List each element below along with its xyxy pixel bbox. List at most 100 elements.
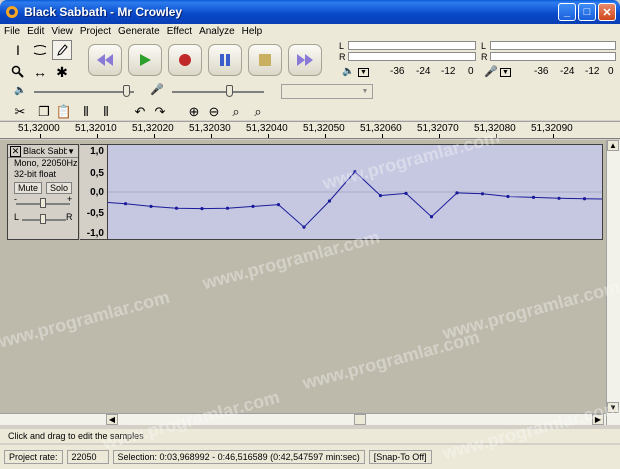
input-volume-slider[interactable] xyxy=(172,91,264,93)
sample-point[interactable] xyxy=(302,225,306,229)
ruler-tick-label: 51,32000 xyxy=(18,123,60,134)
scale-label: 1,0 xyxy=(90,146,104,157)
record-button[interactable] xyxy=(168,44,202,76)
multi-tool-icon[interactable]: ✱ xyxy=(52,62,72,82)
pause-button[interactable] xyxy=(208,44,242,76)
undo-icon[interactable]: ↶ xyxy=(132,104,148,120)
sample-point[interactable] xyxy=(276,203,281,207)
vertical-scrollbar[interactable]: ▲ ▼ xyxy=(606,140,620,425)
sample-point[interactable] xyxy=(353,170,357,174)
menu-edit[interactable]: Edit xyxy=(27,26,44,37)
selection-tool-icon[interactable]: I xyxy=(8,40,28,60)
project-rate-value[interactable]: 22050 xyxy=(66,450,109,464)
silence-icon[interactable]: ⦀ xyxy=(98,104,114,120)
draw-tool-icon[interactable] xyxy=(52,40,72,60)
redo-icon[interactable]: ↷ xyxy=(152,104,168,120)
ruler-tick-label: 51,32050 xyxy=(303,123,345,134)
meter-left-label: L xyxy=(339,41,345,51)
menu-view[interactable]: View xyxy=(51,26,73,37)
sample-point[interactable] xyxy=(557,196,561,200)
fit-selection-icon[interactable]: ⌕ xyxy=(228,104,244,120)
play-meter-dropdown-icon[interactable]: ▼ xyxy=(358,68,369,77)
input-volume-thumb[interactable] xyxy=(226,85,233,97)
status-bar: Project rate: 22050 Selection: 0:03,9689… xyxy=(0,445,620,469)
skip-to-end-button[interactable] xyxy=(288,44,322,76)
close-button[interactable]: ✕ xyxy=(598,3,616,21)
sample-point[interactable] xyxy=(225,206,230,210)
fit-project-icon[interactable]: ⌕ xyxy=(250,104,266,120)
speaker-icon[interactable]: 🔈 xyxy=(342,66,354,77)
scroll-down-arrow-icon[interactable]: ▼ xyxy=(607,402,619,413)
sample-point[interactable] xyxy=(149,204,153,208)
horizontal-scrollbar[interactable]: ◀ ▶ xyxy=(0,413,606,425)
ruler-tick-label: 51,32020 xyxy=(132,123,174,134)
output-volume-slider[interactable] xyxy=(34,91,134,93)
stop-button[interactable] xyxy=(248,44,282,76)
menu-analyze[interactable]: Analyze xyxy=(199,26,235,37)
sample-point[interactable] xyxy=(123,202,128,206)
scale-label: 0,0 xyxy=(90,187,104,198)
track-name[interactable]: Black Sabb xyxy=(23,146,67,156)
minimize-button[interactable]: _ xyxy=(558,3,576,21)
scroll-up-arrow-icon[interactable]: ▲ xyxy=(607,140,619,151)
record-meter-right-bar xyxy=(490,52,616,61)
sample-point[interactable] xyxy=(480,192,485,196)
sample-point[interactable] xyxy=(251,204,255,208)
ruler-tick-label: 51,32080 xyxy=(474,123,516,134)
chevron-down-icon: ▼ xyxy=(361,88,369,95)
skip-to-start-button[interactable] xyxy=(88,44,122,76)
scale-label: 0,5 xyxy=(90,168,104,179)
sample-point[interactable] xyxy=(200,207,204,211)
sample-point[interactable] xyxy=(429,215,434,219)
zoom-in-icon[interactable]: ⊕ xyxy=(186,104,202,120)
paste-icon[interactable]: 📋 xyxy=(56,104,72,120)
sample-point[interactable] xyxy=(506,194,510,199)
solo-button[interactable]: Solo xyxy=(46,182,73,194)
ruler-tick-label: 51,32010 xyxy=(75,123,117,134)
menu-help[interactable]: Help xyxy=(242,26,263,37)
menu-effect[interactable]: Effect xyxy=(167,26,192,37)
menu-generate[interactable]: Generate xyxy=(118,26,160,37)
record-meter-dropdown-icon[interactable]: ▼ xyxy=(500,68,511,77)
pan-slider-thumb[interactable] xyxy=(40,214,46,224)
sample-point[interactable] xyxy=(378,194,383,198)
trim-icon[interactable]: ⦀ xyxy=(78,104,94,120)
menu-project[interactable]: Project xyxy=(80,26,111,37)
timeline-ruler[interactable]: 51,32000 51,32010 51,32020 51,32030 51,32040… xyxy=(0,121,620,139)
meter-right-label: R xyxy=(339,52,346,62)
input-source-select[interactable]: ▼ xyxy=(281,84,373,99)
play-button[interactable] xyxy=(128,44,162,76)
ruler-tick-mark xyxy=(154,134,155,138)
mixer-toolbar: 🔈 🎤 ▼ xyxy=(0,83,620,101)
sample-point[interactable] xyxy=(404,191,408,195)
maximize-button[interactable]: □ xyxy=(578,3,596,21)
sample-point[interactable] xyxy=(455,191,459,195)
zoom-out-icon[interactable]: ⊖ xyxy=(206,104,222,120)
ruler-tick-label: 51,32040 xyxy=(246,123,288,134)
waveform-line[interactable] xyxy=(108,171,602,228)
track-menu-chevron-down-icon[interactable]: ▼ xyxy=(67,147,75,156)
play-meter-tick: -24 xyxy=(416,66,431,77)
sample-point[interactable] xyxy=(174,206,179,210)
zoom-tool-icon[interactable] xyxy=(8,62,28,82)
sample-point[interactable] xyxy=(582,197,587,201)
track-close-icon[interactable]: ✕ xyxy=(10,145,21,157)
envelope-tool-icon[interactable] xyxy=(30,40,50,60)
scroll-left-arrow-icon[interactable]: ◀ xyxy=(106,414,118,425)
mute-button[interactable]: Mute xyxy=(14,182,43,194)
meter-right-label: R xyxy=(481,52,488,62)
sample-point[interactable] xyxy=(327,199,332,203)
horizontal-scroll-thumb[interactable] xyxy=(354,414,366,425)
scroll-right-arrow-icon[interactable]: ▶ xyxy=(592,414,604,425)
cut-icon[interactable]: ✂ xyxy=(12,104,28,120)
snap-status: [Snap-To Off] xyxy=(368,450,432,464)
gain-slider-thumb[interactable] xyxy=(40,198,46,208)
time-shift-tool-icon[interactable]: ↔ xyxy=(30,62,50,82)
waveform-display[interactable] xyxy=(107,144,603,240)
microphone-icon[interactable]: 🎤 xyxy=(484,65,498,78)
sample-point[interactable] xyxy=(531,195,536,199)
menu-file[interactable]: File xyxy=(4,26,20,37)
transport-controls xyxy=(88,44,322,76)
output-volume-thumb[interactable] xyxy=(123,85,130,97)
copy-icon[interactable]: ❐ xyxy=(36,104,52,120)
